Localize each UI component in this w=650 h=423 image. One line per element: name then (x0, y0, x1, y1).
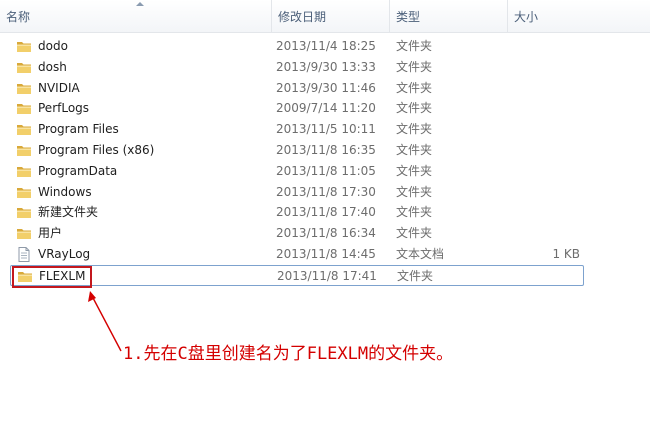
file-date: 2009/7/14 11:20 (276, 101, 376, 116)
file-row[interactable]: Program Files 2013/11/5 10:11 文件夹 (10, 119, 584, 140)
highlight-box (12, 266, 92, 288)
file-type: 文件夹 (396, 205, 433, 220)
file-date: 2013/11/8 17:30 (276, 184, 376, 199)
column-header-size-label: 大小 (514, 10, 539, 24)
file-row[interactable]: 用户 2013/11/8 16:34 文件夹 (10, 223, 584, 244)
file-name: ProgramData (38, 163, 118, 178)
file-name: dosh (38, 59, 67, 74)
column-header-bar: 名称 修改日期 类型 大小 (0, 0, 650, 33)
folder-icon (16, 81, 32, 96)
file-name: Program Files (38, 122, 119, 137)
folder-icon (16, 164, 32, 179)
text-file-icon (16, 247, 32, 262)
folder-icon (16, 185, 32, 200)
file-date: 2013/11/4 18:25 (276, 39, 376, 53)
file-type: 文本文档 (396, 247, 445, 261)
column-header-name[interactable]: 名称 (0, 0, 270, 32)
file-row[interactable]: Program Files (x86) 2013/11/8 16:35 文件夹 (10, 140, 584, 161)
file-name: Program Files (x86) (38, 143, 155, 157)
file-type: 文件夹 (396, 143, 433, 157)
file-name: VRayLog (38, 247, 91, 261)
file-row[interactable]: FLEXLM 2013/11/8 17:41 文件夹 (10, 264, 584, 286)
column-header-type-label: 类型 (396, 10, 421, 24)
file-name: dodo (38, 39, 68, 53)
file-name: Windows (38, 184, 92, 199)
file-row[interactable]: PerfLogs 2009/7/14 11:20 文件夹 (10, 98, 584, 119)
column-header-date-label: 修改日期 (278, 10, 327, 24)
file-row[interactable]: dodo 2013/11/4 18:25 文件夹 (10, 36, 584, 57)
file-row[interactable]: VRayLog 2013/11/8 14:45 文本文档 1 KB (10, 244, 584, 265)
file-date: 2013/9/30 13:33 (276, 59, 376, 74)
file-date: 2013/9/30 11:46 (276, 80, 376, 95)
file-type: 文件夹 (396, 80, 433, 95)
instruction-caption: 1.先在C盘里创建名为了FLEXLM的文件夹。 (123, 344, 454, 364)
file-type: 文件夹 (396, 163, 433, 178)
column-header-name-label: 名称 (6, 10, 31, 24)
file-date: 2013/11/8 17:41 (277, 268, 377, 283)
file-name: NVIDIA (38, 80, 80, 95)
file-name: PerfLogs (38, 101, 90, 116)
file-name: 用户 (38, 226, 63, 241)
file-type: 文件夹 (396, 59, 433, 74)
sort-up-icon (136, 2, 144, 6)
file-date: 2013/11/8 16:34 (276, 226, 376, 241)
column-header-type[interactable]: 类型 (389, 0, 507, 32)
file-row[interactable]: Windows 2013/11/8 17:30 文件夹 (10, 182, 584, 203)
file-date: 2013/11/5 10:11 (276, 122, 376, 137)
folder-icon (16, 143, 32, 158)
folder-icon (16, 226, 32, 241)
file-type: 文件夹 (396, 39, 433, 53)
file-row[interactable]: dosh 2013/9/30 13:33 文件夹 (10, 57, 584, 78)
folder-icon (16, 101, 32, 116)
file-type: 文件夹 (396, 226, 433, 241)
folder-icon (16, 122, 32, 137)
file-date: 2013/11/8 14:45 (276, 247, 376, 261)
folder-icon (16, 39, 32, 54)
file-row[interactable]: NVIDIA 2013/9/30 11:46 文件夹 (10, 78, 584, 99)
file-type: 文件夹 (396, 184, 433, 199)
column-header-size[interactable]: 大小 (507, 0, 650, 32)
file-size: 1 KB (552, 247, 580, 261)
file-row[interactable]: 新建文件夹 2013/11/8 17:40 文件夹 (10, 202, 584, 223)
file-date: 2013/11/8 17:40 (276, 205, 376, 220)
file-type: 文件夹 (396, 101, 433, 116)
folder-icon (16, 205, 32, 220)
file-date: 2013/11/8 11:05 (276, 163, 376, 178)
folder-icon (16, 60, 32, 75)
column-header-date[interactable]: 修改日期 (271, 0, 389, 32)
file-date: 2013/11/8 16:35 (276, 143, 376, 157)
file-row[interactable]: ProgramData 2013/11/8 11:05 文件夹 (10, 161, 584, 182)
file-type: 文件夹 (396, 122, 433, 137)
file-type: 文件夹 (397, 268, 434, 283)
file-name: 新建文件夹 (38, 205, 99, 220)
